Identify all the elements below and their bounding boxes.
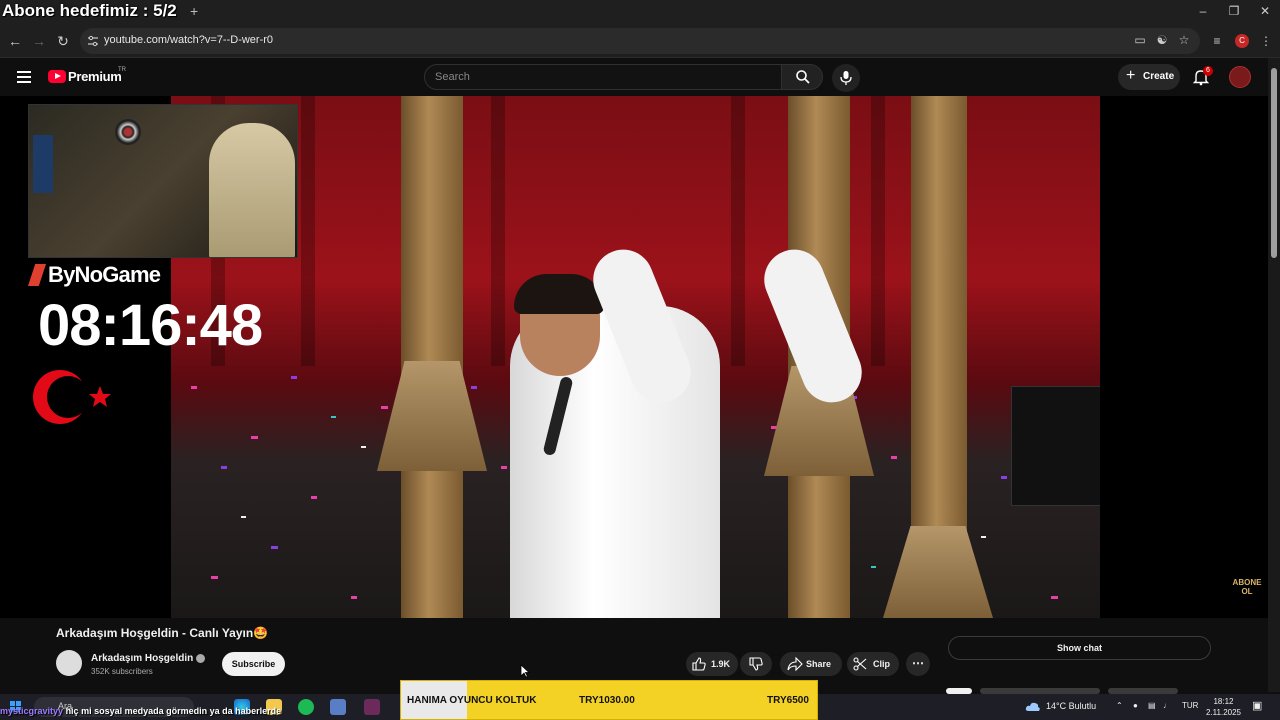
tray-overflow-icon[interactable]: ⌃	[1116, 701, 1123, 710]
stream-chat-overlay: mysticgravityy hiç mi sosyal medyada gör…	[0, 706, 281, 716]
curtain-fold	[731, 96, 745, 366]
video-title: Arkadaşım Hoşgeldin - Canlı Yayın🤩	[56, 626, 269, 640]
promo-product-name: HANIMA OYUNCU KOLTUK	[407, 695, 537, 706]
page-scrollbar[interactable]	[1268, 58, 1280, 692]
new-tab-button[interactable]: +	[190, 3, 198, 19]
share-label: Share	[806, 659, 832, 669]
minimize-icon[interactable]: –	[1188, 4, 1218, 18]
microphone-icon	[840, 71, 852, 85]
stream-timer: 08:16:48	[38, 293, 263, 358]
thumbs-down-icon	[749, 657, 763, 671]
search-icon	[796, 70, 810, 84]
subscriber-count: 352K subscribers	[91, 667, 153, 676]
search-placeholder: Search	[435, 71, 470, 83]
verified-badge-icon	[196, 654, 205, 663]
screen: Abone hedefimiz : 5/2 + – ❐ ✕ ← → ↻ yout…	[0, 0, 1280, 720]
abone-ol-watermark: ABONE OL	[1232, 578, 1262, 596]
reload-icon[interactable]: ↻	[54, 32, 72, 50]
microphone-tray-icon[interactable]: ●	[1133, 701, 1138, 710]
webcam-monitor	[33, 135, 53, 193]
stage-speaker	[1011, 386, 1100, 506]
promo-banner: HANIMA OYUNCU KOLTUK TRY1030.00 TRY6500	[400, 680, 818, 720]
notification-count-badge: 6	[1203, 66, 1213, 76]
create-button[interactable]: + Create	[1118, 64, 1180, 90]
like-button[interactable]: 1.9K	[686, 652, 738, 676]
browser-tab-title[interactable]: Abone hedefimiz : 5/2	[2, 1, 177, 21]
dartboard	[115, 119, 141, 145]
cast-icon[interactable]: ▭	[1132, 32, 1148, 48]
mouse-cursor-icon	[520, 664, 530, 678]
url-text[interactable]: youtube.com/watch?v=7--D-wer-r0	[104, 34, 273, 46]
site-settings-icon[interactable]	[87, 35, 99, 47]
chat-username: mysticgravityy	[0, 706, 64, 716]
profile-avatar[interactable]: C	[1235, 34, 1249, 48]
more-actions-button[interactable]: ⋯	[906, 652, 930, 676]
promo-price: TRY1030.00	[579, 695, 635, 706]
share-button[interactable]: Share	[780, 652, 842, 676]
stage-pillar	[401, 96, 463, 618]
dislike-button[interactable]	[740, 652, 772, 676]
search-button[interactable]	[781, 64, 823, 90]
channel-avatar[interactable]	[56, 650, 82, 676]
scissors-icon	[853, 657, 867, 671]
chat-message: hiç mi sosyal medyada görmedin ya da hab…	[65, 706, 282, 716]
bynogame-logo-icon	[28, 264, 46, 286]
browser-toolbar: ← → ↻ youtube.com/watch?v=7--D-wer-r0 ▭ …	[0, 24, 1280, 58]
address-bar[interactable]: youtube.com/watch?v=7--D-wer-r0 ▭ ☯ ☆	[80, 28, 1200, 54]
close-icon[interactable]: ✕	[1250, 4, 1280, 18]
clip-label: Clip	[873, 659, 890, 669]
spotify-icon[interactable]	[298, 699, 314, 715]
channel-name[interactable]: Arkadaşım Hoşgeldin	[91, 653, 193, 664]
youtube-header: Premium TR Search + Create 6	[0, 58, 1280, 96]
streamer	[209, 123, 295, 257]
scrollbar-thumb[interactable]	[1271, 68, 1277, 258]
streamer-webcam	[28, 104, 298, 258]
bookmark-star-icon[interactable]: ☆	[1176, 32, 1192, 48]
curtain-fold	[491, 96, 505, 366]
share-arrow-icon	[787, 657, 803, 671]
notification-center-icon[interactable]: ▣	[1252, 699, 1262, 712]
more-horizontal-icon: ⋯	[912, 656, 924, 670]
plus-icon: +	[1126, 67, 1136, 84]
bynogame-logo-text: ByNoGame	[48, 262, 161, 287]
clip-button[interactable]: Clip	[847, 652, 899, 676]
video-frame[interactable]	[171, 96, 1100, 618]
system-clock[interactable]: 18:12 2.11.2025	[1206, 696, 1241, 718]
turkish-crescent-star-icon	[33, 370, 111, 424]
clock-time: 18:12	[1213, 697, 1234, 706]
restore-icon[interactable]: ❐	[1219, 4, 1249, 18]
video-player[interactable]: ByNoGame 08:16:48 ABONE OL	[0, 96, 1268, 618]
youtube-logo-icon[interactable]	[48, 70, 66, 83]
translate-icon[interactable]: ☯	[1154, 32, 1170, 48]
volume-icon[interactable]: ♩	[1163, 701, 1171, 710]
steam-icon[interactable]	[330, 699, 346, 715]
browser-menu-icon[interactable]: ⋮	[1258, 33, 1274, 49]
curtain-fold	[871, 96, 885, 366]
network-icon[interactable]: ▤	[1148, 701, 1156, 710]
curtain-fold	[301, 96, 315, 366]
thumbs-up-icon	[692, 657, 706, 671]
voice-search-button[interactable]	[832, 64, 860, 92]
like-count: 1.9K	[711, 659, 731, 669]
youtube-brand-label[interactable]: Premium	[68, 69, 122, 84]
taskbar-app-icon[interactable]	[364, 699, 380, 715]
back-icon[interactable]: ←	[6, 32, 24, 50]
country-code: TR	[118, 67, 126, 73]
hamburger-menu-icon[interactable]	[17, 71, 31, 83]
singer-hair	[514, 274, 604, 314]
subscribe-button[interactable]: Subscribe	[222, 652, 285, 676]
account-avatar[interactable]	[1229, 66, 1251, 88]
reading-list-icon[interactable]: ≡	[1209, 33, 1225, 49]
show-chat-button[interactable]: Show chat	[948, 636, 1211, 660]
cloud-weather-icon	[1025, 702, 1040, 711]
clock-date: 2.11.2025	[1206, 708, 1241, 717]
browser-tab-strip: Abone hedefimiz : 5/2 + – ❐ ✕	[0, 0, 1280, 24]
weather-text[interactable]: 14°C Bulutlu	[1046, 701, 1096, 711]
forward-icon[interactable]: →	[30, 32, 48, 50]
language-indicator[interactable]: TUR	[1182, 701, 1198, 710]
search-input[interactable]: Search	[424, 64, 782, 90]
promo-original-price: TRY6500	[767, 695, 809, 706]
create-label: Create	[1143, 71, 1175, 82]
